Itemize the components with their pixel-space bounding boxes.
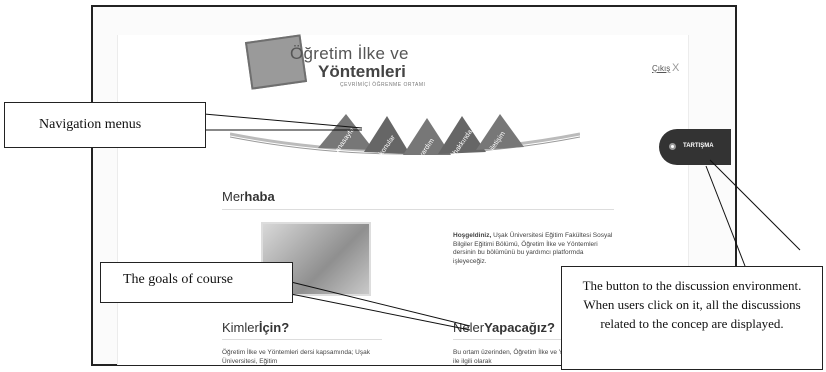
leader-line [290, 293, 471, 331]
callout-discussion-button: The button to the discussion environment… [561, 266, 823, 370]
leader-line [709, 159, 801, 251]
leader-line [203, 113, 363, 129]
leader-line [705, 165, 746, 267]
leader-line [290, 281, 471, 327]
callout-goals-of-course: The goals of course [100, 262, 293, 303]
callout-navigation-menus: Navigation menus [4, 102, 206, 148]
